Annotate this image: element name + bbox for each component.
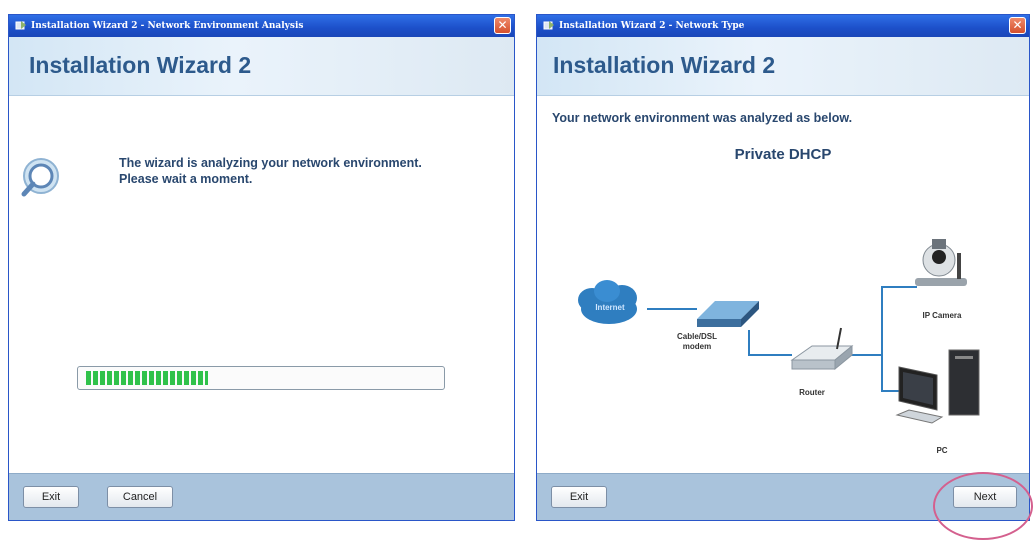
banner-title: Installation Wizard 2 [29,52,252,78]
close-button[interactable]: ✕ [494,17,511,34]
modem-label: Cable/DSL modem [667,332,727,352]
router-icon [790,327,854,371]
pc-icon [895,349,980,424]
next-button-highlight [933,472,1033,540]
exit-button[interactable]: Exit [551,486,607,508]
progress-fill [86,371,208,385]
progress-bar [77,366,445,390]
ip-camera-label: IP Camera [922,311,962,320]
status-message-line2: Please wait a moment. [119,172,253,186]
analysis-window: Installation Wizard 2 - Network Environm… [8,14,515,521]
exit-button[interactable]: Exit [23,486,79,508]
modem-label-line1: Cable/DSL [676,332,717,341]
router-camera-link [847,286,917,356]
window-title: Installation Wizard 2 - Network Environm… [31,21,304,31]
modem-label-line2: modem [682,342,712,351]
modem-icon [697,301,759,327]
router-label: Router [799,388,825,397]
internet-label: Internet [595,303,625,312]
network-type-window: Installation Wizard 2 - Network Type ✕ I… [536,14,1033,540]
footer-bar: Exit Cancel [9,473,514,520]
status-message: The wizard is analyzing your network env… [119,155,422,187]
title-bar: Installation Wizard 2 - Network Environm… [9,15,514,37]
ip-camera-icon [915,239,967,286]
status-message-line1: The wizard is analyzing your network env… [119,156,422,170]
pc-label: PC [936,446,948,455]
cancel-button[interactable]: Cancel [107,486,173,508]
header-banner: Installation Wizard 2 [9,37,514,96]
modem-router-link [748,330,792,356]
wizard-icon [15,21,26,30]
internet-cloud-icon [578,280,637,324]
magnifier-icon [21,158,59,197]
